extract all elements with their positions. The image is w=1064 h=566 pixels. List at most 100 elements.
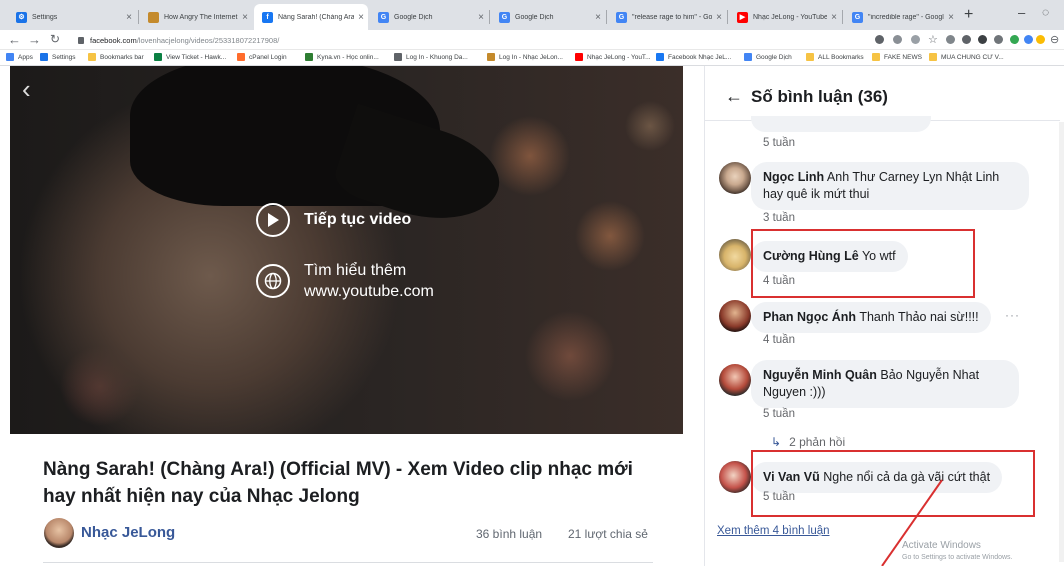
folder-icon bbox=[806, 53, 814, 61]
window-menu-icon[interactable]: ◌ bbox=[1042, 5, 1049, 19]
tab-settings[interactable]: ⚙ Settings × bbox=[8, 4, 136, 30]
tab-google-dich-1[interactable]: G Google Dịch × bbox=[370, 4, 488, 30]
new-tab-button[interactable]: + bbox=[964, 6, 973, 24]
bookmarks-bar: Apps Settings Bookmarks bar View Ticket … bbox=[0, 50, 1064, 66]
tab-divider bbox=[606, 10, 607, 24]
bookmark-apps[interactable]: Apps bbox=[6, 53, 33, 61]
bookmark-view-ticket[interactable]: View Ticket - Hawk... bbox=[154, 53, 226, 61]
learn-more-link[interactable]: Tìm hiểu thêm www.youtube.com bbox=[256, 260, 434, 302]
comment-bubble: Ngọc Linh Anh Thư Carney Lyn Nhật Linh h… bbox=[751, 162, 1029, 210]
comment-author[interactable]: Phan Ngọc Ánh bbox=[763, 310, 856, 324]
extension-icon[interactable] bbox=[994, 35, 1003, 44]
bookmark-khuong-da[interactable]: Log In - Khuong Da... bbox=[394, 53, 468, 61]
extension-icon[interactable] bbox=[962, 35, 971, 44]
continue-video-label: Tiếp tục video bbox=[304, 211, 412, 228]
avatar[interactable] bbox=[719, 239, 751, 271]
google-translate-icon: G bbox=[499, 11, 510, 23]
bookmark-label: MUA CHUNG CƯ V... bbox=[941, 53, 1004, 61]
comment-time[interactable]: 4 tuần bbox=[763, 334, 795, 346]
close-icon[interactable]: × bbox=[831, 12, 837, 23]
channel-avatar[interactable] bbox=[44, 518, 74, 548]
bookmark-bookmarks-bar[interactable]: Bookmarks bar bbox=[88, 53, 144, 61]
view-more-comments-link[interactable]: Xem thêm 4 bình luận bbox=[717, 525, 830, 537]
lock-icon bbox=[78, 36, 84, 44]
extension-icon[interactable] bbox=[1010, 35, 1019, 44]
close-icon[interactable]: × bbox=[358, 12, 364, 23]
continue-video-button[interactable]: Tiếp tục video bbox=[256, 203, 411, 237]
extension-icon[interactable] bbox=[978, 35, 987, 44]
avatar[interactable] bbox=[719, 300, 751, 332]
translate-page-icon[interactable] bbox=[893, 35, 902, 44]
google-translate-icon: G bbox=[378, 11, 389, 23]
bookmark-nhac-jelong-login[interactable]: Log In - Nhạc JeLon... bbox=[487, 53, 563, 61]
tab-strip: ⚙ Settings × How Angry The Internet Co ×… bbox=[0, 0, 1064, 30]
bookmark-facebook[interactable]: Facebook Nhạc JeL... bbox=[656, 53, 731, 61]
tab-divider bbox=[489, 10, 490, 24]
scrollbar[interactable] bbox=[1059, 122, 1064, 562]
comment-time[interactable]: 5 tuần bbox=[763, 408, 795, 420]
comment-author[interactable]: Ngọc Linh bbox=[763, 170, 824, 184]
site-favicon-icon bbox=[148, 11, 159, 23]
extension-icon[interactable] bbox=[946, 35, 955, 44]
comment-count[interactable]: 36 bình luận bbox=[476, 527, 542, 541]
extension-icon[interactable] bbox=[1024, 35, 1033, 44]
back-arrow-icon[interactable]: ← bbox=[8, 32, 21, 47]
avatar[interactable] bbox=[719, 364, 751, 396]
bookmark-settings[interactable]: Settings bbox=[40, 53, 76, 61]
star-icon[interactable]: ☆ bbox=[928, 33, 938, 46]
view-replies-button[interactable]: ↳ 2 phản hồi bbox=[771, 435, 845, 449]
avatar[interactable] bbox=[719, 162, 751, 194]
replies-label: 2 phản hồi bbox=[789, 435, 846, 449]
tab-google-dich-2[interactable]: G Google Dịch × bbox=[491, 4, 605, 30]
minimize-button[interactable]: – bbox=[1018, 5, 1025, 20]
bookmark-youtube[interactable]: Nhạc JeLong - YouT... bbox=[575, 53, 651, 61]
video-player[interactable]: ‹ Tiếp tục video Tìm hiểu thêm www.youtu… bbox=[10, 66, 683, 434]
forward-arrow-icon[interactable]: → bbox=[28, 32, 41, 47]
close-icon[interactable]: × bbox=[242, 12, 248, 23]
bookmark-kyna[interactable]: Kyna.vn - Học onlin... bbox=[305, 53, 379, 61]
tab-release-rage[interactable]: G "release rage to him" - Goo × bbox=[608, 4, 726, 30]
close-icon[interactable]: × bbox=[948, 12, 954, 23]
zoom-icon[interactable] bbox=[911, 35, 920, 44]
tab-divider bbox=[727, 10, 728, 24]
bookmark-mua-chung-cu[interactable]: MUA CHUNG CƯ V... bbox=[929, 53, 1004, 61]
avatar[interactable] bbox=[719, 461, 751, 493]
bookmark-fake-news[interactable]: FAKE NEWS bbox=[872, 53, 922, 61]
bookmark-label: Kyna.vn - Học onlin... bbox=[317, 53, 379, 61]
comment-author[interactable]: Nguyễn Minh Quân bbox=[763, 368, 877, 382]
address-bar[interactable]: facebook.com/lovenhacjelong/videos/25331… bbox=[78, 32, 838, 48]
close-icon[interactable]: × bbox=[478, 12, 484, 23]
channel-name-link[interactable]: Nhạc JeLong bbox=[81, 524, 175, 541]
chevron-left-icon[interactable]: ‹ bbox=[22, 76, 31, 102]
youtube-icon bbox=[575, 53, 583, 61]
bookmark-google-dich[interactable]: Google Dịch bbox=[744, 53, 792, 61]
key-icon[interactable] bbox=[875, 35, 884, 44]
back-arrow-icon[interactable]: ← bbox=[725, 86, 743, 107]
tab-how-angry[interactable]: How Angry The Internet Co × bbox=[140, 4, 252, 30]
tab-youtube[interactable]: ▶ Nhạc JeLong - YouTube × bbox=[729, 4, 841, 30]
share-count[interactable]: 21 lượt chia sẻ bbox=[568, 527, 648, 541]
reload-icon[interactable]: ↻ bbox=[50, 32, 60, 46]
site-favicon-icon bbox=[487, 53, 495, 61]
tab-divider bbox=[138, 10, 139, 24]
tab-nang-sarah[interactable]: f Nàng Sarah! (Chàng Ara!) - × bbox=[254, 4, 368, 30]
profile-icon[interactable]: ⊖ bbox=[1050, 33, 1059, 46]
close-icon[interactable]: × bbox=[716, 12, 722, 23]
close-icon[interactable]: × bbox=[595, 12, 601, 23]
comment-bubble bbox=[751, 116, 931, 132]
comment-time[interactable]: 5 tuần bbox=[763, 137, 795, 149]
tab-title: "incredible rage" - Google bbox=[868, 13, 945, 21]
comment-time[interactable]: 3 tuần bbox=[763, 212, 795, 224]
extension-icon[interactable] bbox=[1036, 35, 1045, 44]
url-domain: facebook.com bbox=[90, 35, 137, 45]
tab-incredible-rage[interactable]: G "incredible rage" - Google × bbox=[844, 4, 958, 30]
bookmark-cpanel[interactable]: cPanel Login bbox=[237, 53, 287, 61]
apps-grid-icon bbox=[6, 53, 14, 61]
watermark-title: Activate Windows bbox=[902, 540, 981, 551]
close-icon[interactable]: × bbox=[126, 12, 132, 23]
more-options-icon[interactable]: ··· bbox=[1005, 308, 1020, 322]
bookmark-all-bookmarks[interactable]: ALL Bookmarks bbox=[806, 53, 864, 61]
browser-toolbar: ← → ↻ facebook.com/lovenhacjelong/videos… bbox=[0, 30, 1064, 50]
comments-panel: ← Số bình luận (36) 5 tuần Ngọc Linh Anh… bbox=[704, 66, 1064, 566]
panel-title: Số bình luận (36) bbox=[751, 86, 888, 106]
